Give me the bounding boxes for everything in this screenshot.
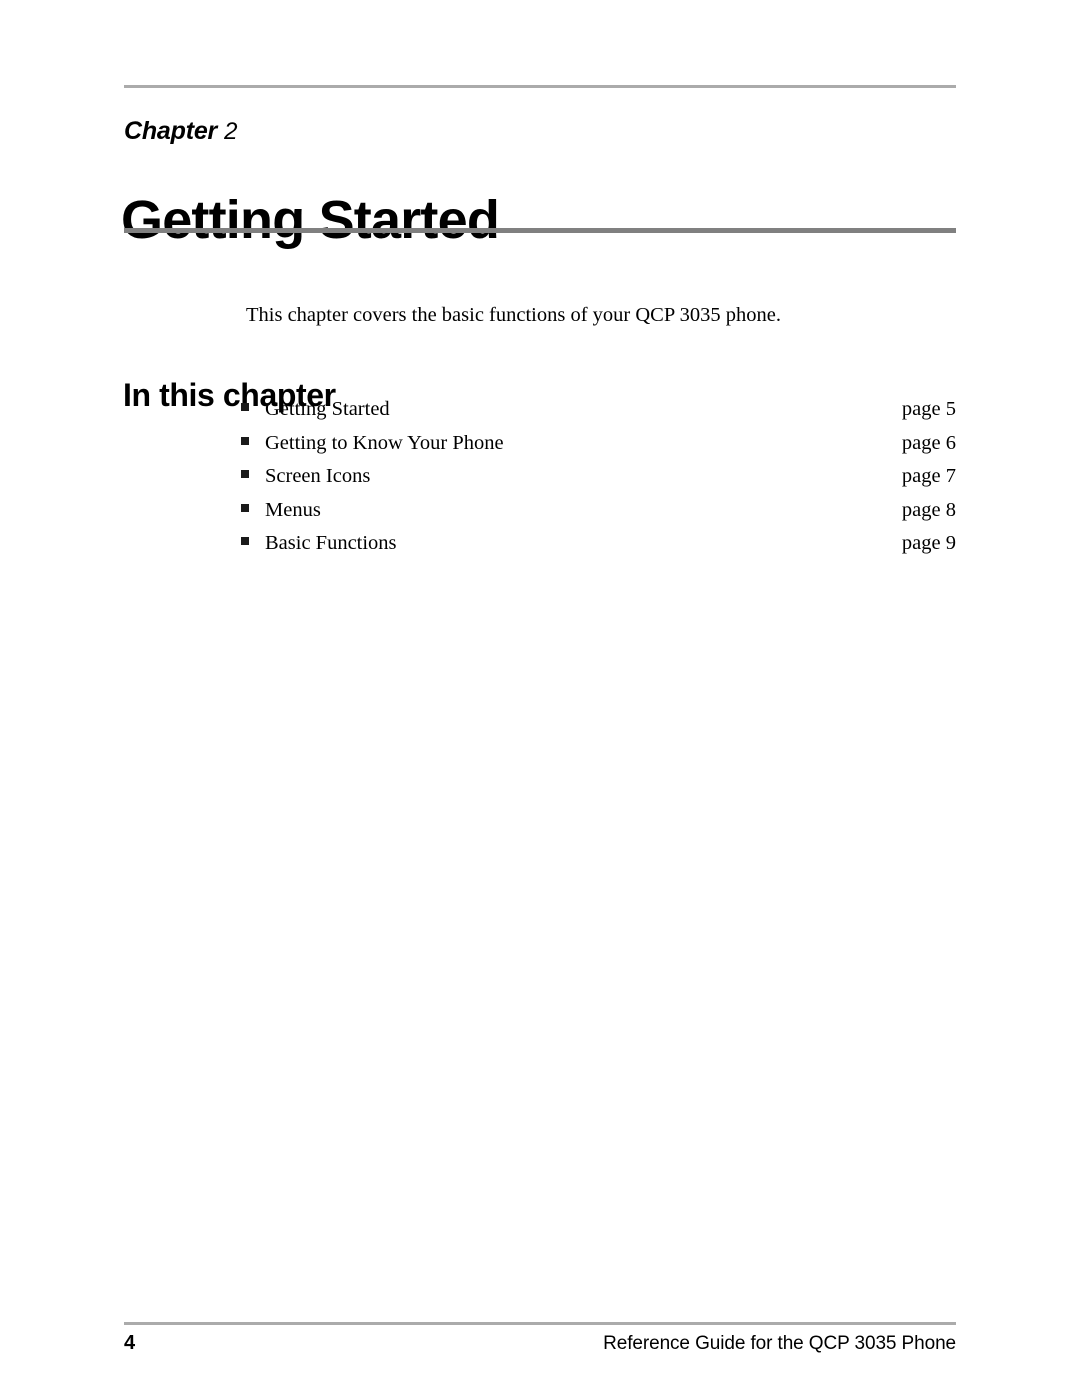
intro-paragraph: This chapter covers the basic functions … [246,303,781,326]
list-item-page-reference: page 7 [901,465,956,488]
list-item-label: Screen Icons [265,465,371,488]
list-item[interactable]: Getting to Know Your Phone page 6 [241,432,956,466]
list-item[interactable]: Screen Icons page 7 [241,465,956,499]
chapter-eyebrow: Chapter 2 [124,117,237,146]
chapter-contents-list: Getting Started page 5 Getting to Know Y… [241,398,956,566]
list-item[interactable]: Basic Functions page 9 [241,532,956,566]
square-bullet-icon [241,436,249,445]
footer-rule [124,1322,956,1325]
list-item-label: Basic Functions [265,532,397,555]
list-item[interactable]: Menus page 8 [241,499,956,533]
list-item-page-reference: page 6 [901,431,956,454]
square-bullet-icon [241,470,249,479]
square-bullet-icon [241,503,249,512]
footer-page-number: 4 [124,1332,136,1354]
list-item-label: Getting Started [265,398,390,420]
chapter-word: Chapter [124,117,218,145]
square-bullet-icon [241,537,249,546]
list-item-label: Getting to Know Your Phone [265,431,504,454]
list-item-page-reference: page 9 [901,532,956,555]
square-bullet-icon [241,403,249,411]
page-title: Getting Started [121,190,500,251]
list-item-page-reference: page 8 [901,498,956,521]
header-bottom-rule [124,228,956,233]
header-top-rule [124,85,956,88]
footer-guide-title: Reference Guide for the QCP 3035 Phone [603,1333,956,1354]
chapter-number: 2 [224,118,238,145]
list-item-page-reference: page 5 [901,398,956,420]
list-item-label: Menus [265,498,321,521]
document-page: Chapter 2 Getting Started This chapter co… [0,0,1080,1397]
list-item[interactable]: Getting Started page 5 [241,398,956,432]
page-footer: 4 Reference Guide for the QCP 3035 Phone [124,1332,956,1355]
